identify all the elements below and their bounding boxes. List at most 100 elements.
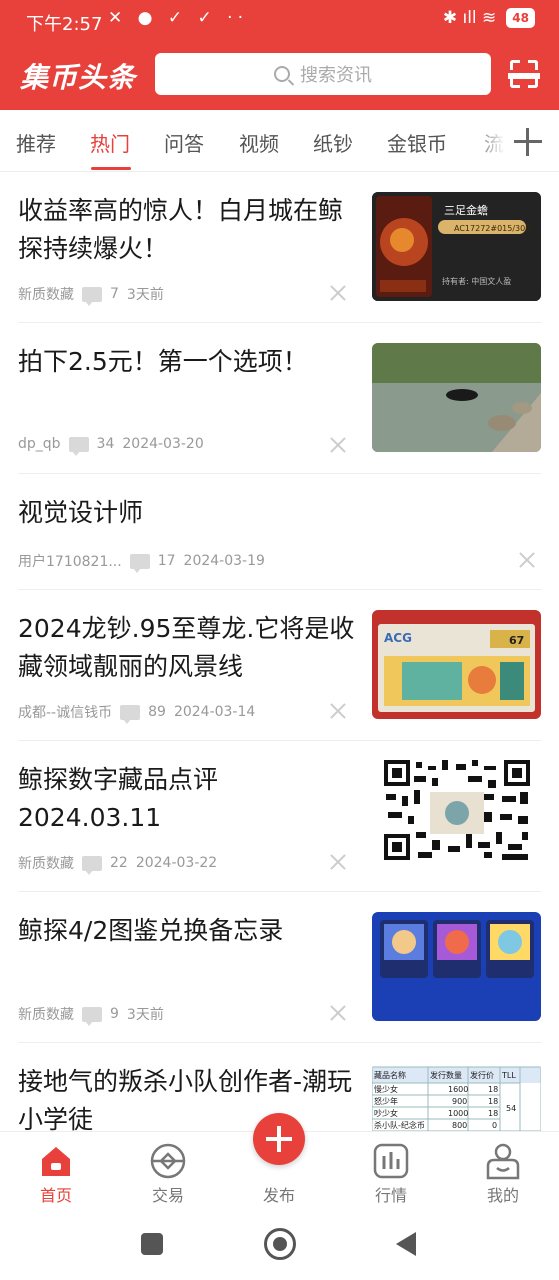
table-cell: 怒少年 [374,1096,398,1106]
signal-wifi-icons: ✱ ıll ≋ [442,8,497,28]
table-cell: 800 [452,1121,467,1130]
dismiss-icon[interactable] [330,1005,346,1021]
recent-apps-icon[interactable] [141,1233,163,1255]
nav-trade-label: 交易 [151,1186,184,1205]
article-author: 成都--诚信钱币 [18,705,113,721]
thumb-grade: 67 [509,634,524,647]
comment-count: 89 [148,704,166,720]
article-title[interactable]: 鲸探数字藏品点评 2024.03.11 [18,761,358,837]
active-tab-indicator [91,167,131,170]
status-time: 下午2:57 [26,14,103,35]
comment-count: 34 [96,436,115,452]
table-cell: 0 [492,1121,497,1130]
comment-icon [82,855,102,875]
dismiss-icon[interactable] [330,703,346,719]
dismiss-icon[interactable] [330,437,346,453]
article-time: 2024-03-22 [135,855,218,871]
article-meta: 新质数藏 7 3天前 [18,284,164,306]
article-title[interactable]: 拍下2.5元！第一个选项！ [18,343,358,381]
article-author: 新质数藏 [18,287,74,303]
article-author: 新质数藏 [18,1007,74,1023]
article-title[interactable]: 视觉设计师 [18,494,358,532]
article-title[interactable]: 接地气的叛杀小队创作者-潮玩小学徒 [18,1063,358,1139]
notification-icons: ✕ ● ✓ ✓ ·· [108,8,248,28]
article-meta: 用户1710821... 17 2024-03-19 [18,551,265,573]
table-cell: 1000 [448,1109,468,1118]
table-cell: 1600 [448,1085,468,1094]
article-time: 3天前 [126,287,164,303]
tab-banknote[interactable]: 纸钞 [313,128,353,157]
article-title[interactable]: 收益率高的惊人！白月城在鲸探持续爆火！ [18,192,358,268]
article-meta: 新质数藏 22 2024-03-22 [18,853,218,875]
divider [18,1042,541,1043]
article-title[interactable]: 鲸探4/2图鉴兑换备忘录 [18,912,358,950]
article-time: 3天前 [126,1007,164,1023]
thumb-grader: ACG [384,631,412,645]
comment-count: 7 [110,286,119,302]
table-cell: 杀小队-纪念币 [374,1120,425,1130]
market-icon [373,1143,409,1179]
nav-market-label: 行情 [374,1186,407,1205]
comment-icon [82,1006,102,1026]
table-cell: 18 [488,1109,498,1118]
article-author: 用户1710821... [18,554,122,570]
app-logo: 集币头条 [20,61,137,94]
tab-qa[interactable]: 问答 [164,128,204,157]
nav-market[interactable]: 行情 [335,1132,447,1214]
tab-video[interactable]: 视频 [239,128,279,157]
search-input[interactable]: 搜索资讯 [155,53,491,95]
dismiss-icon[interactable] [330,285,346,301]
home-button-icon[interactable] [264,1228,296,1260]
thumb-title: 三足金蟾 [444,203,488,217]
add-tab-icon[interactable] [514,128,542,156]
publish-button[interactable] [253,1113,305,1165]
nav-home[interactable]: 首页 [0,1132,112,1214]
tab-gold-silver-coin[interactable]: 金银币 [387,128,447,157]
article-thumbnail: 藏品名称 发行数量 发行价 TLL 慢少女 1600 18 怒少年 900 18… [372,1063,541,1131]
tab-hot[interactable]: 热门 [90,128,130,157]
article-thumbnail [372,912,541,1021]
divider [18,891,541,892]
dismiss-icon[interactable] [519,552,535,568]
article-thumbnail: 三足金蟾 AC17272#015/300 持有者: 中国文人盈 [372,192,541,301]
nav-trade[interactable]: 交易 [112,1132,224,1214]
nav-profile-label: 我的 [486,1186,519,1205]
app-header: 下午2:57 ✕ ● ✓ ✓ ·· ✱ ıll ≋ 48 集币头条 搜索资讯 [0,0,559,110]
divider [18,589,541,590]
home-icon [42,1147,70,1176]
table-cell: 吵少女 [374,1108,398,1118]
qr-code-thumbnail [372,756,541,865]
table-cell: 18 [488,1085,498,1094]
comment-count: 17 [157,553,176,569]
comment-icon [68,436,89,456]
tab-recommend[interactable]: 推荐 [16,128,56,157]
article-title[interactable]: 2024龙钞.95至尊龙.它将是收藏领域靓丽的风景线 [18,610,358,686]
thumb-serial: AC17272#015/300 [454,224,530,233]
profile-icon [486,1143,520,1180]
nav-publish-label: 发布 [262,1186,295,1205]
battery-icon: 48 [506,8,535,28]
search-icon [274,66,290,82]
status-bar: 下午2:57 ✕ ● ✓ ✓ ·· ✱ ıll ≋ 48 [0,0,559,42]
scan-icon[interactable] [508,60,540,88]
divider [18,473,541,474]
back-icon[interactable] [396,1232,416,1256]
table-header: TLL [501,1071,516,1080]
table-header: 发行价 [470,1070,494,1080]
comment-icon [129,553,150,573]
article-thumbnail: ACG 67 [372,610,541,719]
divider [18,322,541,323]
table-cell: 慢少女 [374,1084,398,1094]
comment-count: 22 [110,855,128,871]
article-meta: 新质数藏 9 3天前 [18,1004,164,1026]
article-time: 2024-03-19 [183,553,265,569]
nav-profile[interactable]: 我的 [447,1132,559,1214]
table-cell: 18 [488,1097,498,1106]
table-cell: 900 [452,1097,467,1106]
article-thumbnail [372,343,541,452]
nav-home-label: 首页 [39,1186,72,1205]
article-time: 2024-03-20 [122,436,204,452]
article-meta: dp_qb 34 2024-03-20 [18,436,204,456]
system-navigation [0,1213,559,1280]
dismiss-icon[interactable] [330,854,346,870]
